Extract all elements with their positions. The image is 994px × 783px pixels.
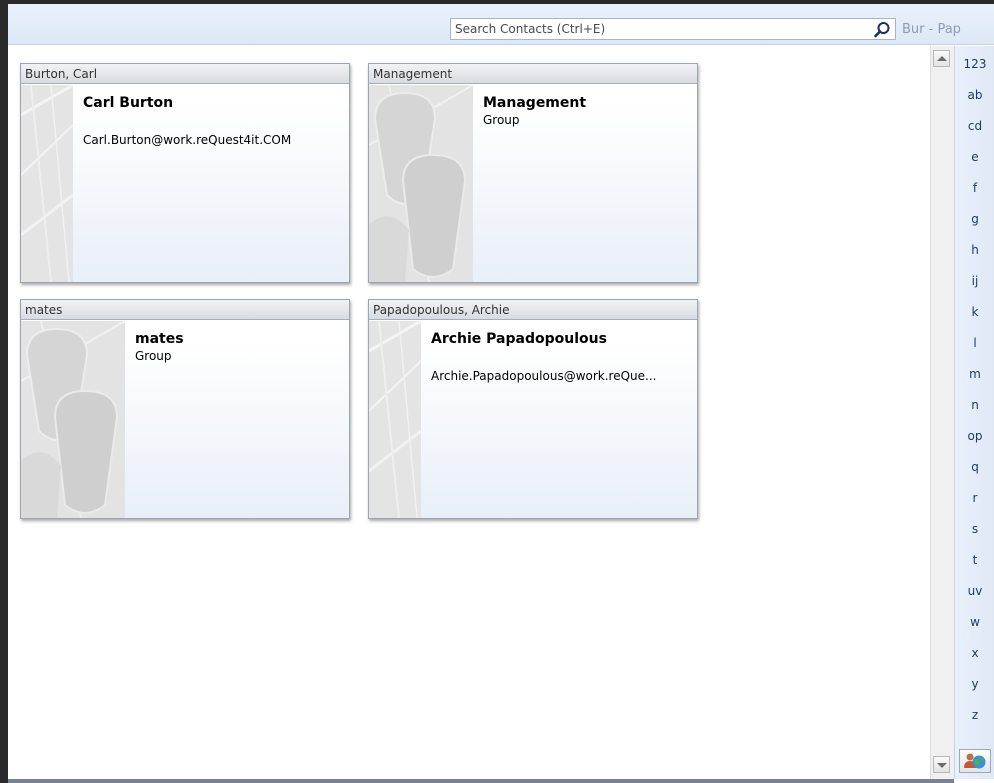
group-card[interactable]: mates mates Group	[20, 299, 350, 519]
index-letter-k[interactable]: k	[955, 305, 994, 319]
index-letter-ij[interactable]: ij	[955, 274, 994, 288]
window-edge-left	[0, 0, 8, 783]
group-card[interactable]: Management Management Group	[368, 63, 698, 283]
scroll-up-arrow-icon	[937, 56, 947, 61]
scroll-up-button[interactable]	[933, 50, 950, 67]
index-letter-op[interactable]: op	[955, 429, 994, 443]
index-letter-123[interactable]: 123	[955, 57, 994, 71]
search-input[interactable]	[453, 19, 867, 39]
index-letter-ab[interactable]: ab	[955, 88, 994, 102]
contacts-view: Bur - Pap Burton, Carl Carl Burton Carl.…	[0, 0, 994, 783]
index-letter-cd[interactable]: cd	[955, 119, 994, 133]
index-letter-z[interactable]: z	[955, 708, 994, 722]
index-letter-s[interactable]: s	[955, 522, 994, 536]
index-letter-r[interactable]: r	[955, 491, 994, 505]
contact-name: Carl Burton	[83, 95, 174, 111]
group-photo-placeholder	[369, 85, 473, 282]
search-box[interactable]	[450, 18, 896, 40]
index-letter-g[interactable]: g	[955, 212, 994, 226]
index-letter-n[interactable]: n	[955, 398, 994, 412]
group-name: Management	[483, 95, 587, 111]
window-edge-bottom	[8, 779, 954, 783]
contact-email[interactable]: Archie.Papadopoulous@work.reQue...	[431, 369, 656, 383]
card-body: mates Group	[21, 321, 349, 518]
index-letter-m[interactable]: m	[955, 367, 994, 381]
index-letter-f[interactable]: f	[955, 181, 994, 195]
contact-name: Archie Papadopoulous	[431, 331, 607, 347]
address-book-button[interactable]	[959, 749, 991, 773]
contacts-globe-icon	[964, 753, 986, 769]
contact-card[interactable]: Papadopoulous, Archie Archie Papadopoulo…	[368, 299, 698, 519]
card-body: Management Group	[369, 85, 697, 282]
card-header[interactable]: Burton, Carl	[21, 64, 349, 84]
group-photo-placeholder	[21, 321, 125, 518]
alphabet-index: 123 ab cd e f g h ij k l m n op q r s t …	[954, 46, 994, 779]
range-label: Bur - Pap	[902, 22, 961, 37]
search-icon[interactable]	[873, 21, 891, 39]
card-body: Carl Burton Carl.Burton@work.reQuest4it.…	[21, 85, 349, 282]
card-header[interactable]: Papadopoulous, Archie	[369, 300, 697, 320]
index-letter-x[interactable]: x	[955, 646, 994, 660]
index-letter-h[interactable]: h	[955, 243, 994, 257]
contacts-toolbar: Bur - Pap	[8, 4, 994, 45]
index-letter-q[interactable]: q	[955, 460, 994, 474]
group-name: mates	[135, 331, 184, 347]
index-letter-w[interactable]: w	[955, 615, 994, 629]
index-letter-e[interactable]: e	[955, 150, 994, 164]
card-body: Archie Papadopoulous Archie.Papadopoulou…	[369, 321, 697, 518]
scroll-down-arrow-icon	[937, 763, 947, 768]
index-letter-l[interactable]: l	[955, 336, 994, 350]
index-letter-t[interactable]: t	[955, 553, 994, 567]
group-type-label: Group	[135, 349, 172, 363]
group-type-label: Group	[483, 113, 520, 127]
card-header[interactable]: Management	[369, 64, 697, 84]
contact-email[interactable]: Carl.Burton@work.reQuest4it.COM	[83, 133, 291, 147]
card-header[interactable]: mates	[21, 300, 349, 320]
vertical-scrollbar[interactable]	[930, 46, 954, 779]
scroll-down-button[interactable]	[933, 756, 950, 773]
contact-card[interactable]: Burton, Carl Carl Burton Carl.Burton@wor…	[20, 63, 350, 283]
index-letter-y[interactable]: y	[955, 677, 994, 691]
index-letter-uv[interactable]: uv	[955, 584, 994, 598]
contact-photo-placeholder	[369, 321, 421, 518]
contact-photo-placeholder	[21, 85, 73, 282]
